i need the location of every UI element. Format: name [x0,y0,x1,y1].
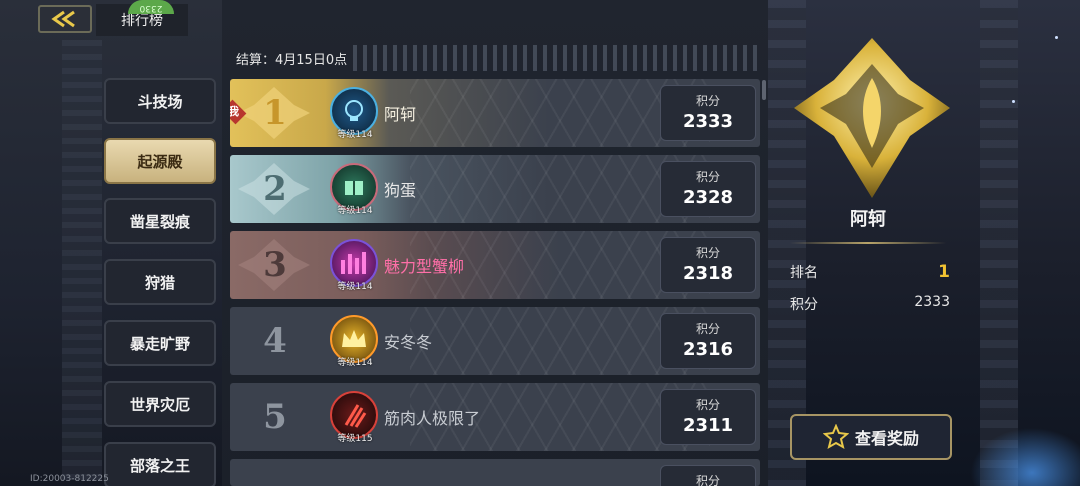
tab-origin-hall[interactable]: 起源殿 [104,138,216,184]
player-name: 筋肉人极限了 [384,409,481,428]
leaderboard-row[interactable]: 1 我 等级114 阿轲 积分 2333 [230,79,760,147]
star-badge-icon [822,424,849,450]
player-level: 等级114 [337,130,373,140]
rank-number: 3 [263,245,287,285]
leaderboard-row[interactable]: 积分 [230,459,760,486]
score-value: 2328 [682,187,734,208]
player-name: 阿轲 [384,105,417,124]
score-value: 2316 [682,339,734,360]
score-value: 2318 [682,263,734,284]
score-box: 积分 2333 [660,85,756,141]
book-icon [345,181,363,195]
score-box: 积分 2328 [660,161,756,217]
currency-badge: 2330 [128,0,174,14]
glow-decoration [960,420,1080,486]
lightbulb-icon [345,100,363,121]
player-level: 等级114 [337,358,373,368]
score-label: 积分 [695,94,720,108]
player-level: 等级114 [337,206,373,216]
player-name: 魅力型蟹柳 [384,257,465,276]
star-decoration [1012,100,1015,103]
me-label: 我 [230,105,239,118]
score-box: 积分 [660,465,756,486]
back-arrow-icon [51,10,75,28]
rank-number: 5 [263,397,287,437]
profile-divider [790,242,946,244]
player-name: 安冬冬 [384,333,433,352]
score-box: 积分 2318 [660,237,756,293]
score-value: 2333 [914,294,950,310]
tab-star-rift[interactable]: 凿星裂痕 [104,198,216,244]
player-level: 等级114 [337,282,373,292]
leaderboard-row[interactable]: 3 等级114 魅力型蟹柳 积分 2318 [230,231,760,299]
score-label: 积分 [695,322,720,336]
rank-value: 1 [938,262,950,282]
player-name: 狗蛋 [384,181,417,200]
score-label: 积分 [695,170,720,184]
score-stat: 积分 2333 [790,294,950,314]
score-box: 积分 2311 [660,389,756,445]
score-label: 积分 [695,474,720,486]
score-value: 2311 [682,415,734,436]
settlement-decoration [353,45,758,71]
player-id: ID:20003-812225 [30,474,109,484]
tab-wild-rampage[interactable]: 暴走旷野 [104,320,216,366]
profile-name: 阿轲 [850,209,886,230]
tab-hunting[interactable]: 狩猎 [104,259,216,305]
back-button[interactable] [38,5,92,33]
rank-label: 排名 [790,265,818,281]
leaderboard-row[interactable]: 5 等级115 筋肉人极限了 积分 2311 [230,383,760,451]
tab-world-calamity[interactable]: 世界灾厄 [104,381,216,427]
score-label: 积分 [790,297,818,313]
crown-icon [342,330,366,347]
star-decoration [1055,36,1058,39]
rank-crest-icon [794,38,950,198]
settlement-bar: 结算：4月15日0点 [228,44,758,72]
view-rewards-label: 查看奖励 [854,429,919,448]
leaderboard-row[interactable]: 2 等级114 狗蛋 积分 2328 [230,155,760,223]
rank-number: 4 [263,321,287,361]
settlement-text: 结算：4月15日0点 [236,52,348,68]
scrollbar[interactable] [762,80,766,100]
player-level: 等级115 [337,434,373,444]
score-box: 积分 2316 [660,313,756,369]
score-value: 2333 [682,111,734,132]
score-label: 积分 [695,398,720,412]
rank-number: 1 [263,93,287,133]
tab-arena[interactable]: 斗技场 [104,78,216,124]
view-rewards-button[interactable]: 查看奖励 [790,414,952,460]
leaderboard-row[interactable]: 4 等级114 安冬冬 积分 2316 [230,307,760,375]
score-label: 积分 [695,246,720,260]
tab-tribe-king[interactable]: 部落之王 [104,442,216,486]
equalizer-icon [341,252,366,274]
rank-number: 2 [263,169,287,209]
claw-icon [344,404,367,428]
rank-stat: 排名 1 [790,262,950,282]
